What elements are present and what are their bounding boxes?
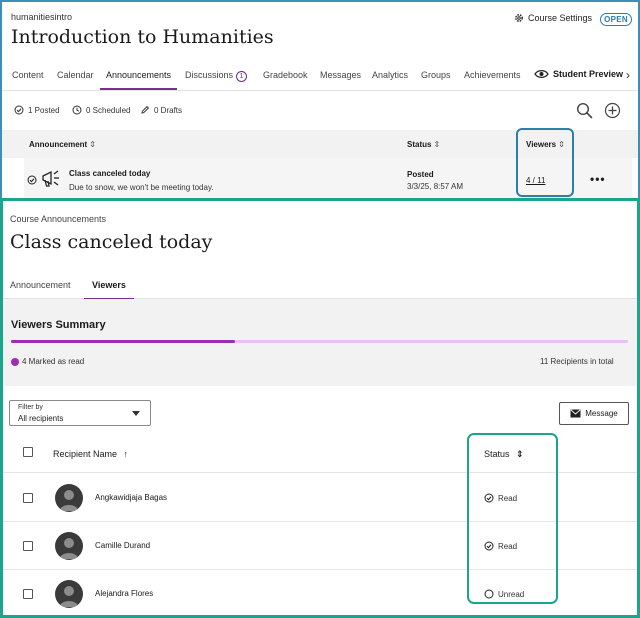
course-code: humanitiesintro (11, 12, 73, 22)
announcement-status: Posted (407, 170, 434, 179)
sort-ascending-icon: ↑ (123, 449, 129, 459)
sort-icon: ⇕ (433, 140, 441, 149)
tab-achievements[interactable]: Achievements (464, 70, 521, 80)
user-silhouette-icon (60, 490, 78, 511)
select-all-checkbox[interactable] (23, 447, 33, 457)
column-recipient-name[interactable]: Recipient Name ↑ (53, 449, 128, 459)
clock-icon (72, 105, 82, 115)
message-button-label: Message (585, 409, 618, 418)
read-legend-dot (11, 357, 19, 366)
envelope-icon (570, 409, 581, 418)
filter-value: All recipients (18, 414, 64, 423)
tab-announcements[interactable]: Announcements (99, 70, 178, 90)
avatar (55, 580, 83, 608)
drafts-count: 0 Drafts (140, 105, 182, 115)
tab-content[interactable]: Content (12, 70, 44, 80)
read-progress-fill (11, 340, 236, 343)
avatar (55, 532, 83, 560)
tab-calendar[interactable]: Calendar (57, 70, 94, 80)
viewers-summary: Viewers Summary 4 Marked as read 11 Reci… (3, 299, 637, 386)
row-checkbox[interactable] (23, 493, 33, 503)
filter-select[interactable]: Filter by All recipients (9, 400, 151, 426)
search-icon[interactable] (576, 102, 593, 119)
avatar (55, 484, 83, 512)
status-column-highlight (467, 433, 558, 604)
viewers-column-highlight (516, 128, 574, 197)
page-title: Class canceled today (10, 231, 213, 253)
pencil-icon (141, 105, 150, 114)
recipient-name: Camille Durand (95, 541, 151, 550)
chevron-right-icon[interactable]: › (626, 68, 630, 82)
recipient-name: Angkawidjaja Bagas (95, 493, 168, 502)
course-nav-tabs: Content Calendar Announcements Discussio… (2, 64, 638, 91)
column-announcement-label: Announcement (29, 140, 88, 149)
column-status-label: Status (407, 140, 432, 149)
read-progress-bar (11, 340, 628, 343)
user-silhouette-icon (60, 538, 78, 559)
check-circle-icon (27, 175, 37, 185)
tab-announcement[interactable]: Announcement (10, 280, 71, 290)
megaphone-icon (42, 170, 59, 187)
tab-groups[interactable]: Groups (421, 70, 451, 80)
caret-down-icon (132, 411, 140, 416)
column-status[interactable]: Status ⇕ (407, 140, 440, 149)
column-recipient-name-label: Recipient Name (53, 449, 118, 459)
scheduled-count: 0 Scheduled (72, 105, 130, 115)
posted-count: 1 Posted (14, 105, 60, 115)
viewers-summary-title: Viewers Summary (11, 319, 106, 331)
recipients-total: 11 Recipients in total (540, 357, 614, 366)
user-silhouette-icon (60, 586, 78, 607)
column-announcement[interactable]: Announcement ⇕ (29, 140, 96, 149)
marked-as-read: 4 Marked as read (11, 357, 84, 366)
drafts-label: 0 Drafts (154, 105, 183, 115)
discussions-count-badge: 1 (236, 71, 248, 82)
announcement-summary-bar: 1 Posted 0 Scheduled 0 Drafts (2, 92, 638, 130)
tab-discussions[interactable]: Discussions 1 (185, 70, 248, 82)
tab-analytics[interactable]: Analytics (372, 70, 408, 80)
tab-viewers[interactable]: Viewers (84, 280, 134, 300)
course-announcements-list-panel: humanitiesintro Introduction to Humaniti… (0, 0, 640, 199)
detail-tabs: Announcement Viewers (3, 272, 637, 300)
sort-icon: ⇕ (89, 140, 96, 149)
announcement-date: 3/3/25, 8:57 AM (407, 182, 464, 191)
message-button[interactable]: Message (559, 402, 629, 425)
announcement-title[interactable]: Class canceled today (69, 169, 150, 178)
course-settings-label: Course Settings (528, 13, 593, 23)
announcement-detail-panel: Course Announcements Class canceled toda… (0, 198, 640, 618)
row-checkbox[interactable] (23, 589, 33, 599)
announcement-description: Due to snow, we won't be meeting today. (69, 183, 214, 192)
tab-gradebook[interactable]: Gradebook (263, 70, 308, 80)
breadcrumb: Course Announcements (10, 214, 107, 224)
more-options-icon[interactable]: ••• (590, 172, 606, 186)
row-checkbox[interactable] (23, 541, 33, 551)
marked-as-read-label: 4 Marked as read (22, 357, 85, 366)
tab-discussions-label: Discussions (185, 70, 234, 80)
posted-label: 1 Posted (28, 105, 60, 115)
tab-messages[interactable]: Messages (320, 70, 361, 80)
add-circle-icon[interactable] (604, 102, 621, 119)
scheduled-label: 0 Scheduled (86, 105, 131, 115)
course-status-badge: OPEN (600, 13, 632, 26)
student-preview-label: Student Preview (553, 69, 624, 79)
student-preview-button[interactable]: Student Preview (534, 69, 623, 79)
course-settings-button[interactable]: Course Settings (514, 13, 592, 23)
filter-label: Filter by (18, 404, 43, 411)
course-title: Introduction to Humanities (11, 26, 274, 48)
check-circle-icon (14, 105, 24, 115)
recipient-name: Alejandra Flores (95, 589, 154, 598)
gear-icon (515, 14, 523, 22)
eye-icon (534, 70, 549, 78)
